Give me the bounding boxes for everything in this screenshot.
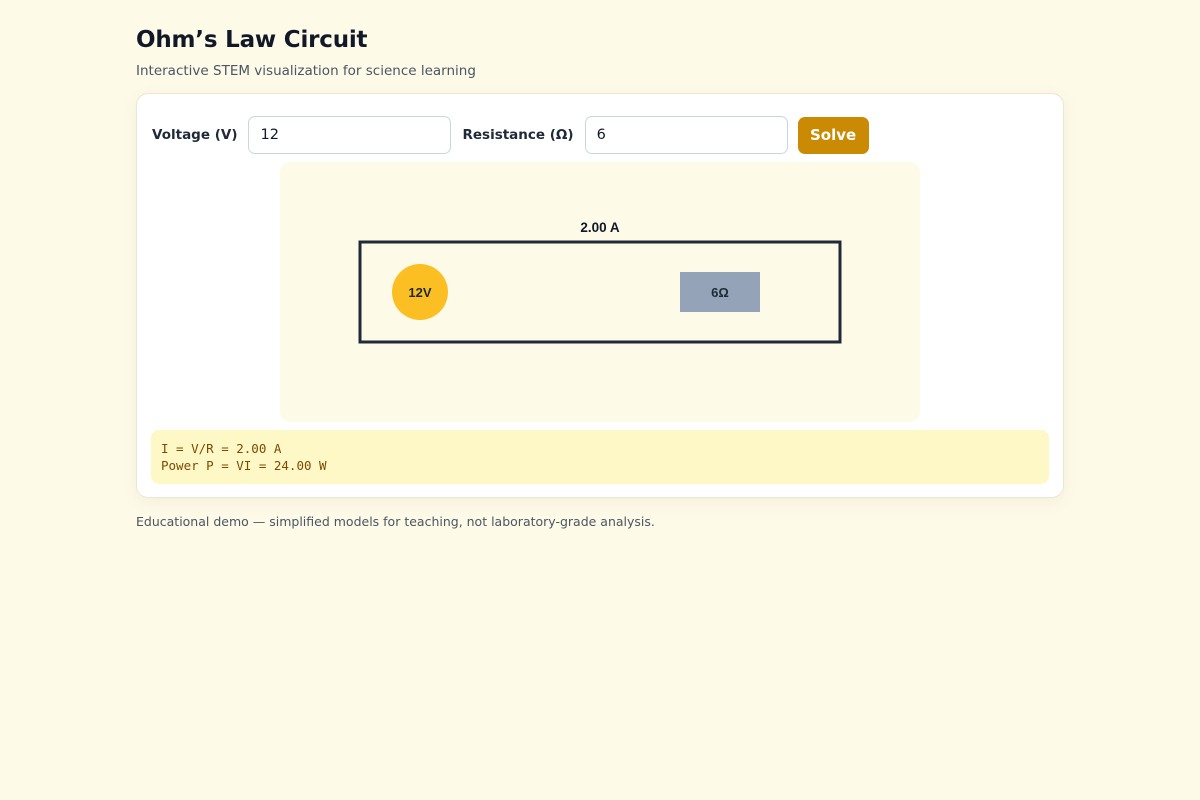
circuit-diagram: 2.00 A 12V 6Ω <box>358 220 842 344</box>
simulation-card: Voltage (V) Resistance (Ω) Solve 2.00 A … <box>136 93 1064 498</box>
page: Ohm’s Law Circuit Interactive STEM visua… <box>136 26 1064 529</box>
results-panel: I = V/R = 2.00 A Power P = VI = 24.00 W <box>151 430 1049 484</box>
battery-label: 12V <box>408 285 431 300</box>
current-result: I = V/R = 2.00 A <box>161 441 282 456</box>
voltage-input[interactable] <box>248 116 452 154</box>
controls-row: Voltage (V) Resistance (Ω) Solve <box>152 116 869 154</box>
footer-note: Educational demo — simplified models for… <box>136 514 655 529</box>
current-label: 2.00 A <box>580 220 620 235</box>
resistance-input[interactable] <box>584 116 788 154</box>
power-result: Power P = VI = 24.00 W <box>161 458 327 473</box>
solve-button[interactable]: Solve <box>797 116 869 154</box>
page-title: Ohm’s Law Circuit <box>136 27 368 53</box>
resistor-label: 6Ω <box>711 285 729 300</box>
voltage-label: Voltage (V) <box>152 127 238 143</box>
circuit-canvas: 2.00 A 12V 6Ω <box>280 162 920 422</box>
page-subtitle: Interactive STEM visualization for scien… <box>136 63 476 79</box>
resistance-label: Resistance (Ω) <box>462 127 574 143</box>
